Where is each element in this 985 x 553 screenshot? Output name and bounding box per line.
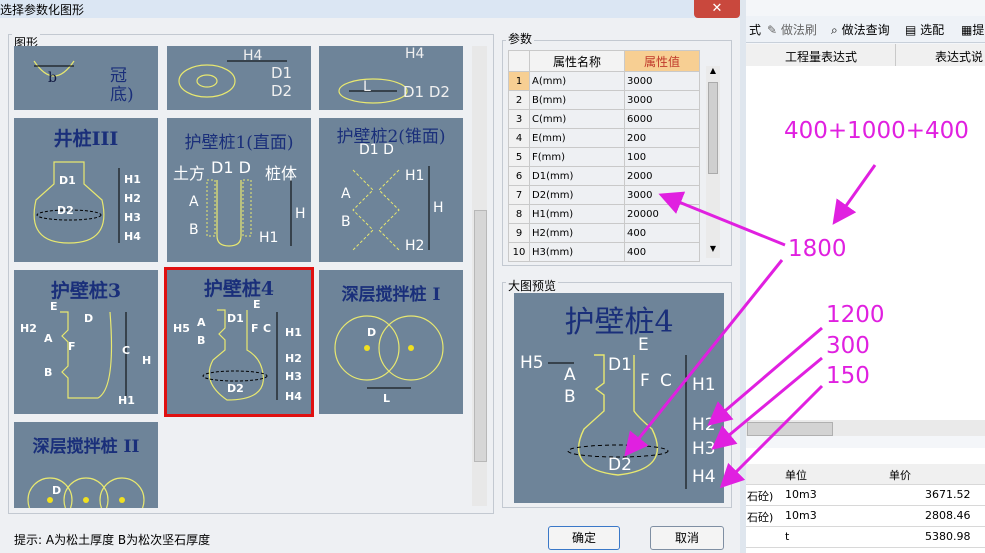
- annotation-1800: 1800: [788, 236, 847, 262]
- annotation-sum: 400+1000+400: [784, 118, 969, 144]
- annotation-150: 150: [826, 363, 870, 389]
- annotation-arrows: [624, 164, 877, 489]
- annotation-1200: 1200: [826, 302, 885, 328]
- annotation-300: 300: [826, 333, 870, 359]
